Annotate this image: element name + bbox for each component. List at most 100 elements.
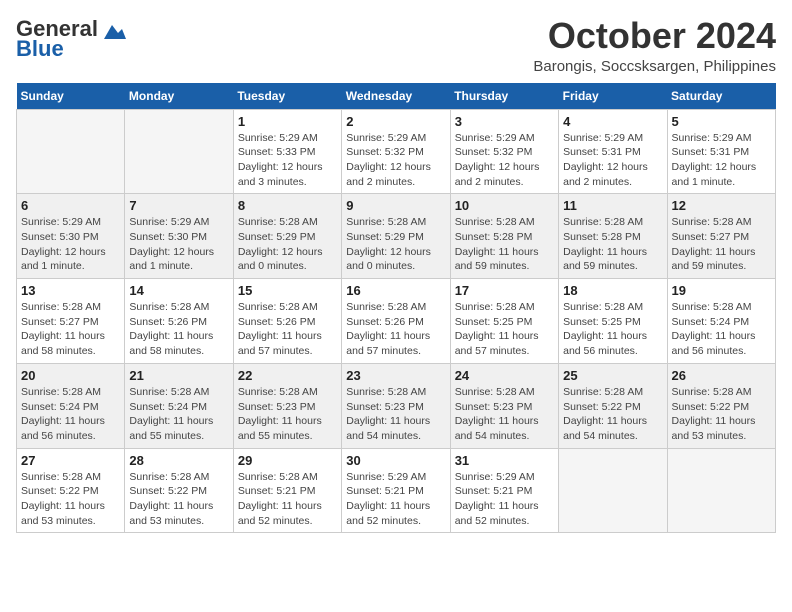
logo-blue: Blue (16, 38, 64, 60)
day-info: Sunrise: 5:29 AM Sunset: 5:31 PM Dayligh… (672, 131, 771, 190)
header-row: SundayMondayTuesdayWednesdayThursdayFrid… (17, 83, 776, 110)
day-info: Sunrise: 5:28 AM Sunset: 5:25 PM Dayligh… (563, 300, 662, 359)
month-title: October 2024 (533, 16, 776, 56)
day-number: 16 (346, 283, 445, 298)
day-number: 10 (455, 198, 554, 213)
day-info: Sunrise: 5:29 AM Sunset: 5:33 PM Dayligh… (238, 131, 337, 190)
day-info: Sunrise: 5:28 AM Sunset: 5:23 PM Dayligh… (455, 385, 554, 444)
day-number: 28 (129, 453, 228, 468)
day-number: 26 (672, 368, 771, 383)
header-friday: Friday (559, 83, 667, 110)
day-info: Sunrise: 5:28 AM Sunset: 5:22 PM Dayligh… (672, 385, 771, 444)
day-info: Sunrise: 5:28 AM Sunset: 5:29 PM Dayligh… (346, 215, 445, 274)
day-number: 21 (129, 368, 228, 383)
day-cell: 25 Sunrise: 5:28 AM Sunset: 5:22 PM Dayli… (559, 363, 667, 448)
logo: General Blue (16, 16, 126, 60)
day-info: Sunrise: 5:28 AM Sunset: 5:26 PM Dayligh… (346, 300, 445, 359)
day-info: Sunrise: 5:28 AM Sunset: 5:22 PM Dayligh… (563, 385, 662, 444)
day-number: 19 (672, 283, 771, 298)
day-cell: 19 Sunrise: 5:28 AM Sunset: 5:24 PM Dayli… (667, 279, 775, 364)
day-cell: 20Sunrise: 5:28 AM Sunset: 5:24 PM Dayli… (17, 363, 125, 448)
header-thursday: Thursday (450, 83, 558, 110)
day-info: Sunrise: 5:29 AM Sunset: 5:30 PM Dayligh… (129, 215, 228, 274)
day-number: 5 (672, 114, 771, 129)
day-info: Sunrise: 5:29 AM Sunset: 5:32 PM Dayligh… (455, 131, 554, 190)
day-number: 4 (563, 114, 662, 129)
day-cell: 9 Sunrise: 5:28 AM Sunset: 5:29 PM Daylig… (342, 194, 450, 279)
day-number: 14 (129, 283, 228, 298)
day-cell: 7 Sunrise: 5:29 AM Sunset: 5:30 PM Daylig… (125, 194, 233, 279)
day-cell: 26 Sunrise: 5:28 AM Sunset: 5:22 PM Dayli… (667, 363, 775, 448)
day-info: Sunrise: 5:29 AM Sunset: 5:21 PM Dayligh… (346, 470, 445, 529)
day-number: 8 (238, 198, 337, 213)
week-row-2: 6 Sunrise: 5:29 AM Sunset: 5:30 PM Daylig… (17, 194, 776, 279)
day-cell (17, 109, 125, 194)
day-info: Sunrise: 5:28 AM Sunset: 5:23 PM Dayligh… (346, 385, 445, 444)
day-cell (667, 448, 775, 533)
day-info: Sunrise: 5:28 AM Sunset: 5:22 PM Dayligh… (21, 470, 120, 529)
day-number: 17 (455, 283, 554, 298)
day-cell: 2 Sunrise: 5:29 AM Sunset: 5:32 PM Daylig… (342, 109, 450, 194)
day-cell: 18Sunrise: 5:28 AM Sunset: 5:25 PM Dayli… (559, 279, 667, 364)
title-section: October 2024 Barongis, Soccsksargen, Phi… (533, 16, 776, 75)
day-cell: 24 Sunrise: 5:28 AM Sunset: 5:23 PM Dayli… (450, 363, 558, 448)
day-info: Sunrise: 5:28 AM Sunset: 5:21 PM Dayligh… (238, 470, 337, 529)
day-cell: 1Sunrise: 5:29 AM Sunset: 5:33 PM Daylig… (233, 109, 341, 194)
day-info: Sunrise: 5:28 AM Sunset: 5:24 PM Dayligh… (672, 300, 771, 359)
day-number: 24 (455, 368, 554, 383)
day-info: Sunrise: 5:29 AM Sunset: 5:21 PM Dayligh… (455, 470, 554, 529)
day-info: Sunrise: 5:28 AM Sunset: 5:24 PM Dayligh… (129, 385, 228, 444)
week-row-1: 1Sunrise: 5:29 AM Sunset: 5:33 PM Daylig… (17, 109, 776, 194)
day-info: Sunrise: 5:29 AM Sunset: 5:30 PM Dayligh… (21, 215, 120, 274)
day-info: Sunrise: 5:28 AM Sunset: 5:26 PM Dayligh… (238, 300, 337, 359)
day-cell: 13Sunrise: 5:28 AM Sunset: 5:27 PM Dayli… (17, 279, 125, 364)
day-cell: 5 Sunrise: 5:29 AM Sunset: 5:31 PM Daylig… (667, 109, 775, 194)
calendar-table: SundayMondayTuesdayWednesdayThursdayFrid… (16, 83, 776, 534)
day-info: Sunrise: 5:28 AM Sunset: 5:29 PM Dayligh… (238, 215, 337, 274)
day-cell: 6 Sunrise: 5:29 AM Sunset: 5:30 PM Daylig… (17, 194, 125, 279)
day-number: 2 (346, 114, 445, 129)
day-cell: 28 Sunrise: 5:28 AM Sunset: 5:22 PM Dayli… (125, 448, 233, 533)
day-number: 9 (346, 198, 445, 213)
day-info: Sunrise: 5:28 AM Sunset: 5:27 PM Dayligh… (672, 215, 771, 274)
day-cell: 31 Sunrise: 5:29 AM Sunset: 5:21 PM Dayli… (450, 448, 558, 533)
day-number: 6 (21, 198, 120, 213)
day-number: 25 (563, 368, 662, 383)
day-cell: 22 Sunrise: 5:28 AM Sunset: 5:23 PM Dayli… (233, 363, 341, 448)
day-info: Sunrise: 5:28 AM Sunset: 5:22 PM Dayligh… (129, 470, 228, 529)
day-number: 23 (346, 368, 445, 383)
day-info: Sunrise: 5:28 AM Sunset: 5:27 PM Dayligh… (21, 300, 120, 359)
day-cell (559, 448, 667, 533)
day-number: 11 (563, 198, 662, 213)
day-info: Sunrise: 5:28 AM Sunset: 5:28 PM Dayligh… (563, 215, 662, 274)
day-cell: 8 Sunrise: 5:28 AM Sunset: 5:29 PM Daylig… (233, 194, 341, 279)
day-cell: 15 Sunrise: 5:28 AM Sunset: 5:26 PM Dayli… (233, 279, 341, 364)
day-number: 22 (238, 368, 337, 383)
day-info: Sunrise: 5:28 AM Sunset: 5:24 PM Dayligh… (21, 385, 120, 444)
day-info: Sunrise: 5:29 AM Sunset: 5:32 PM Dayligh… (346, 131, 445, 190)
header-monday: Monday (125, 83, 233, 110)
week-row-3: 13Sunrise: 5:28 AM Sunset: 5:27 PM Dayli… (17, 279, 776, 364)
day-number: 30 (346, 453, 445, 468)
day-cell: 23 Sunrise: 5:28 AM Sunset: 5:23 PM Dayli… (342, 363, 450, 448)
day-cell: 4 Sunrise: 5:29 AM Sunset: 5:31 PM Daylig… (559, 109, 667, 194)
day-info: Sunrise: 5:29 AM Sunset: 5:31 PM Dayligh… (563, 131, 662, 190)
day-number: 31 (455, 453, 554, 468)
header-saturday: Saturday (667, 83, 775, 110)
day-cell: 17 Sunrise: 5:28 AM Sunset: 5:25 PM Dayli… (450, 279, 558, 364)
day-number: 27 (21, 453, 120, 468)
day-number: 7 (129, 198, 228, 213)
day-info: Sunrise: 5:28 AM Sunset: 5:25 PM Dayligh… (455, 300, 554, 359)
day-cell: 30 Sunrise: 5:29 AM Sunset: 5:21 PM Dayli… (342, 448, 450, 533)
day-number: 29 (238, 453, 337, 468)
day-info: Sunrise: 5:28 AM Sunset: 5:23 PM Dayligh… (238, 385, 337, 444)
logo-icon (104, 25, 126, 39)
day-number: 15 (238, 283, 337, 298)
header-wednesday: Wednesday (342, 83, 450, 110)
day-cell: 29 Sunrise: 5:28 AM Sunset: 5:21 PM Dayli… (233, 448, 341, 533)
day-cell: 16 Sunrise: 5:28 AM Sunset: 5:26 PM Dayli… (342, 279, 450, 364)
header-sunday: Sunday (17, 83, 125, 110)
day-cell: 3Sunrise: 5:29 AM Sunset: 5:32 PM Daylig… (450, 109, 558, 194)
day-cell: 12Sunrise: 5:28 AM Sunset: 5:27 PM Dayli… (667, 194, 775, 279)
day-info: Sunrise: 5:28 AM Sunset: 5:28 PM Dayligh… (455, 215, 554, 274)
